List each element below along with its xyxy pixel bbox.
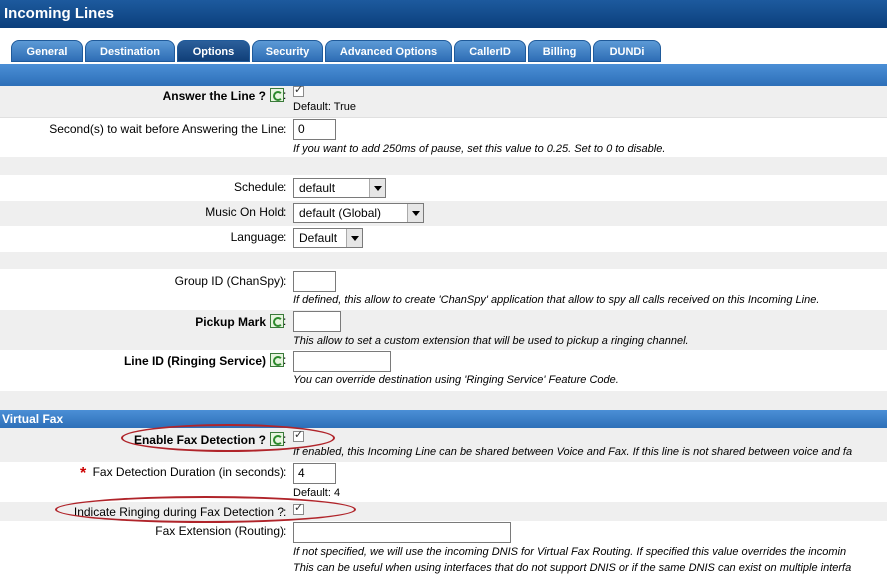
spacer-row [0, 391, 887, 410]
fax-detection-duration-row: Fax Detection Duration (in seconds) * : … [0, 462, 887, 502]
refresh-help-icon[interactable] [270, 314, 284, 328]
fax-detection-duration-default: Default: 4 [293, 487, 341, 499]
line-id-note: You can override destination using 'Ring… [293, 374, 619, 386]
chevron-down-icon [407, 204, 423, 222]
chevron-down-icon [346, 229, 362, 247]
pickup-mark-row: Pickup Mark : This allow to set a custom… [0, 310, 887, 350]
colon: : [283, 314, 287, 328]
line-id-label-text: Line ID (Ringing Service) [123, 354, 266, 368]
fax-detection-duration-input[interactable]: 4 [293, 463, 336, 484]
line-id-label: Line ID (Ringing Service) [124, 353, 284, 368]
pickup-mark-input[interactable] [293, 311, 341, 332]
colon: : [283, 205, 287, 219]
answer-line-checkbox[interactable] [293, 83, 304, 97]
highlight-ellipse-indicate-ringing [55, 496, 356, 523]
schedule-row: Schedule : default [0, 175, 887, 201]
fax-extension-note-2: This can be useful when using interfaces… [293, 562, 852, 574]
colon: : [283, 274, 287, 288]
refresh-help-icon[interactable] [270, 88, 284, 102]
fax-extension-row: Fax Extension (Routing) : If not specifi… [0, 521, 887, 578]
colon: : [283, 122, 287, 136]
music-on-hold-label: Music On Hold [205, 205, 284, 219]
answer-line-label: Answer the Line ? [163, 88, 284, 103]
answer-line-default: Default: True [293, 101, 356, 113]
line-id-input[interactable] [293, 351, 391, 372]
tab-dundi[interactable]: DUNDi [593, 40, 661, 62]
group-id-note: If defined, this allow to create 'ChanSp… [293, 294, 820, 306]
highlight-ellipse-enable-fax [121, 424, 335, 452]
fax-extension-note-1: If not specified, we will use the incomi… [293, 546, 847, 558]
wait-seconds-label: Second(s) to wait before Answering the L… [49, 122, 284, 136]
language-select[interactable]: Default [293, 228, 363, 248]
fax-extension-label: Fax Extension (Routing) [155, 524, 284, 538]
schedule-label: Schedule [233, 180, 284, 194]
options-header-bar [0, 64, 887, 86]
colon: : [283, 353, 287, 367]
group-id-label: Group ID (ChanSpy) [174, 274, 284, 288]
language-label: Language [230, 230, 284, 244]
schedule-select[interactable]: default [293, 178, 386, 198]
colon: : [283, 524, 287, 538]
pickup-mark-note: This allow to set a custom extension tha… [293, 335, 689, 347]
pickup-mark-label: Pickup Mark [195, 314, 284, 329]
wait-seconds-input[interactable]: 0 [293, 119, 336, 140]
answer-line-label-text: Answer the Line ? [162, 89, 266, 103]
spacer-row [0, 157, 887, 175]
tab-strip: General Destination Options Security Adv… [0, 28, 887, 64]
music-on-hold-value: default (Global) [299, 206, 382, 220]
group-id-input[interactable] [293, 271, 336, 292]
tab-general[interactable]: General [11, 40, 83, 62]
chevron-down-icon [369, 179, 385, 197]
tab-callerid[interactable]: CallerID [454, 40, 526, 62]
enable-fax-detection-note: If enabled, this Incoming Line can be sh… [293, 446, 853, 458]
music-on-hold-select[interactable]: default (Global) [293, 203, 424, 223]
window-title: Incoming Lines [0, 0, 887, 28]
schedule-value: default [299, 181, 336, 195]
wait-seconds-row: Second(s) to wait before Answering the L… [0, 117, 887, 157]
tab-options[interactable]: Options [177, 40, 250, 62]
colon: : [283, 180, 287, 194]
group-id-row: Group ID (ChanSpy) : If defined, this al… [0, 269, 887, 310]
language-value: Default [299, 231, 338, 245]
required-mark: * [80, 465, 87, 482]
fax-extension-input[interactable] [293, 522, 511, 543]
virtual-fax-section-title: Virtual Fax [0, 410, 887, 428]
refresh-help-icon[interactable] [270, 353, 284, 367]
pickup-mark-label-text: Pickup Mark [195, 315, 266, 329]
colon: : [283, 88, 287, 102]
colon: : [283, 230, 287, 244]
tab-advanced-options[interactable]: Advanced Options [325, 40, 452, 62]
fax-detection-duration-label: Fax Detection Duration (in seconds) [92, 465, 284, 479]
wait-seconds-note: If you want to add 250ms of pause, set t… [293, 143, 666, 155]
colon: : [283, 465, 287, 479]
tab-billing[interactable]: Billing [528, 40, 591, 62]
tab-destination[interactable]: Destination [85, 40, 175, 62]
tab-security[interactable]: Security [252, 40, 323, 62]
spacer-row [0, 252, 887, 269]
line-id-row: Line ID (Ringing Service) : You can over… [0, 350, 887, 391]
language-row: Language : Default [0, 226, 887, 252]
answer-line-row: Answer the Line ? : Default: True [0, 83, 887, 117]
music-on-hold-row: Music On Hold : default (Global) [0, 201, 887, 226]
